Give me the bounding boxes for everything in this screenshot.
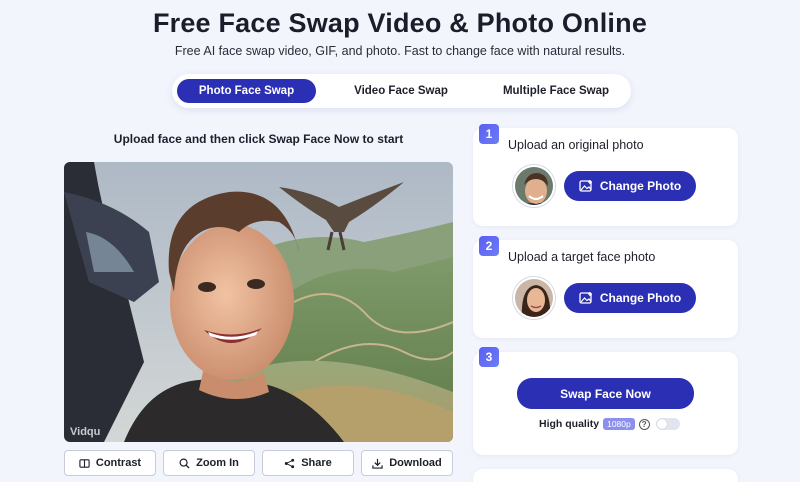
tab-multiple-face-swap[interactable]: Multiple Face Swap <box>486 79 626 103</box>
image-upload-icon <box>579 180 592 192</box>
page-title: Free Face Swap Video & Photo Online <box>152 8 648 38</box>
step-1-badge: 1 <box>479 124 499 144</box>
tab-photo-face-swap[interactable]: Photo Face Swap <box>177 79 316 103</box>
download-button[interactable]: Download <box>361 450 453 476</box>
high-quality-option: High quality 1080p ? <box>539 418 680 430</box>
resolution-badge: 1080p <box>603 418 635 430</box>
download-label: Download <box>389 457 442 469</box>
result-preview-image: Vidqu <box>64 162 453 442</box>
zoom-in-button[interactable]: Zoom In <box>163 450 255 476</box>
tab-video-face-swap[interactable]: Video Face Swap <box>316 79 486 103</box>
download-icon <box>372 458 383 469</box>
high-quality-label: High quality <box>539 418 600 430</box>
step-1-label: Upload an original photo <box>508 138 644 152</box>
change-original-photo-button[interactable]: Change Photo <box>564 171 696 201</box>
zoom-in-label: Zoom In <box>196 457 239 469</box>
target-face-avatar[interactable] <box>513 277 555 319</box>
original-photo-avatar[interactable] <box>513 165 555 207</box>
contrast-label: Contrast <box>95 457 142 469</box>
step-3-badge: 3 <box>479 347 499 367</box>
contrast-button[interactable]: Contrast <box>64 450 156 476</box>
step-2-label: Upload a target face photo <box>508 250 656 264</box>
change-target-photo-button[interactable]: Change Photo <box>564 283 696 313</box>
watermark: Vidqu <box>70 426 101 438</box>
share-button[interactable]: Share <box>262 450 354 476</box>
step-2-badge: 2 <box>479 236 499 256</box>
contrast-icon <box>79 458 90 468</box>
preview-actions: Contrast Zoom In Share Download <box>64 450 453 476</box>
change-photo-label-1: Change Photo <box>599 179 682 193</box>
change-photo-label-2: Change Photo <box>599 291 682 305</box>
share-label: Share <box>301 457 332 469</box>
page-subtitle: Free AI face swap video, GIF, and photo.… <box>174 44 626 58</box>
high-quality-toggle[interactable] <box>655 418 680 430</box>
share-icon <box>285 458 295 468</box>
help-icon[interactable]: ? <box>638 418 650 430</box>
next-card <box>473 469 738 482</box>
swap-face-now-button[interactable]: Swap Face Now <box>517 378 694 409</box>
upload-hint: Upload face and then click Swap Face Now… <box>113 132 404 146</box>
zoom-in-icon <box>179 458 190 469</box>
mode-tabs: Photo Face Swap Video Face Swap Multiple… <box>172 74 631 108</box>
image-upload-icon <box>579 292 592 304</box>
